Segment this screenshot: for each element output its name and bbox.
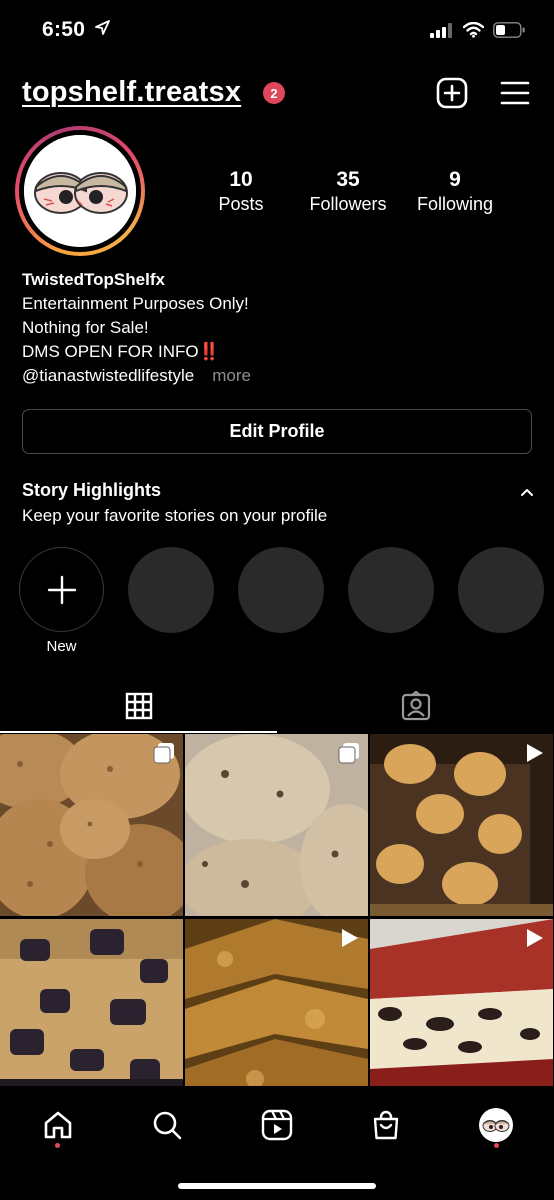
bio-handle-line: @tianastwistedlifestyle more: [22, 364, 251, 388]
reels-icon: [261, 1109, 293, 1141]
bio-line: Entertainment Purposes Only!: [22, 294, 249, 313]
notification-badge[interactable]: 2: [263, 82, 285, 104]
profile-header: topshelf.treatsx 2: [22, 70, 532, 116]
grid-icon: [125, 692, 152, 720]
active-tab-indicator: [0, 731, 277, 733]
location-arrow-icon: [95, 20, 110, 40]
post-thumbnail[interactable]: [370, 919, 553, 1086]
post-thumbnail[interactable]: [185, 734, 368, 916]
story-ring[interactable]: [15, 126, 145, 256]
chevron-up-icon[interactable]: [520, 484, 534, 502]
reels-tab[interactable]: [252, 1102, 302, 1148]
battery-icon: [493, 22, 526, 43]
plus-icon: [47, 575, 76, 604]
account-switcher[interactable]: topshelf.treatsx: [22, 76, 241, 109]
search-tab[interactable]: [142, 1102, 192, 1148]
shop-icon: [373, 1110, 399, 1140]
post-thumbnail[interactable]: [0, 734, 183, 916]
new-highlight-button[interactable]: [19, 547, 104, 632]
mention-link[interactable]: @tianastwistedlifestyle: [22, 366, 194, 385]
highlight-placeholder: [238, 547, 324, 633]
profile-avatar-icon: [479, 1108, 513, 1142]
home-icon: [44, 1111, 72, 1139]
bloodshot-eyes-logo: [24, 135, 136, 247]
post-thumbnail[interactable]: [185, 919, 368, 1086]
posts-grid: [0, 734, 554, 1086]
followers-count[interactable]: 35 Followers: [293, 168, 403, 215]
grid-tab[interactable]: [0, 680, 277, 732]
status-bar: 6:50: [0, 0, 554, 60]
search-icon: [153, 1111, 182, 1140]
display-name: TwistedTopShelfx: [22, 270, 165, 289]
video-icon: [523, 927, 545, 954]
carousel-icon: [338, 742, 360, 769]
video-icon: [523, 742, 545, 769]
status-time: 6:50: [42, 18, 86, 41]
post-thumbnail[interactable]: [370, 734, 553, 916]
highlight-placeholder: [458, 547, 544, 633]
highlight-placeholder: [128, 547, 214, 633]
edit-profile-button[interactable]: Edit Profile: [22, 409, 532, 454]
profile-avatar[interactable]: [24, 135, 136, 247]
menu-button[interactable]: [498, 76, 532, 110]
following-count[interactable]: 9 Following: [400, 168, 510, 215]
new-highlight-label: New: [46, 638, 77, 655]
bio-line: Nothing for Sale!: [22, 318, 149, 337]
posts-count[interactable]: 10 Posts: [186, 168, 296, 215]
video-icon: [338, 927, 360, 954]
profile-tab[interactable]: [471, 1102, 521, 1148]
profile-notification-dot: [494, 1143, 499, 1148]
tagged-person-icon: [401, 691, 430, 721]
bio-line: DMS OPEN FOR INFO‼️: [22, 342, 220, 361]
status-icons: [430, 21, 526, 43]
home-tab[interactable]: [33, 1102, 83, 1148]
tagged-tab[interactable]: [277, 680, 554, 732]
shop-tab[interactable]: [361, 1102, 411, 1148]
profile-bio: TwistedTopShelfx Entertainment Purposes …: [22, 268, 251, 388]
hamburger-icon: [500, 81, 530, 105]
post-thumbnail[interactable]: [0, 919, 183, 1086]
highlights-title: Story Highlights: [22, 480, 161, 500]
home-indicator: [178, 1183, 376, 1189]
signal-icon: [430, 22, 454, 43]
highlights-subtitle: Keep your favorite stories on your profi…: [22, 506, 328, 525]
carousel-icon: [153, 742, 175, 769]
new-post-button[interactable]: [435, 76, 469, 110]
highlight-placeholder: [348, 547, 434, 633]
add-square-icon: [436, 77, 468, 109]
home-notification-dot: [55, 1143, 60, 1148]
bio-more-link[interactable]: more: [212, 366, 251, 385]
wifi-icon: [462, 21, 485, 43]
